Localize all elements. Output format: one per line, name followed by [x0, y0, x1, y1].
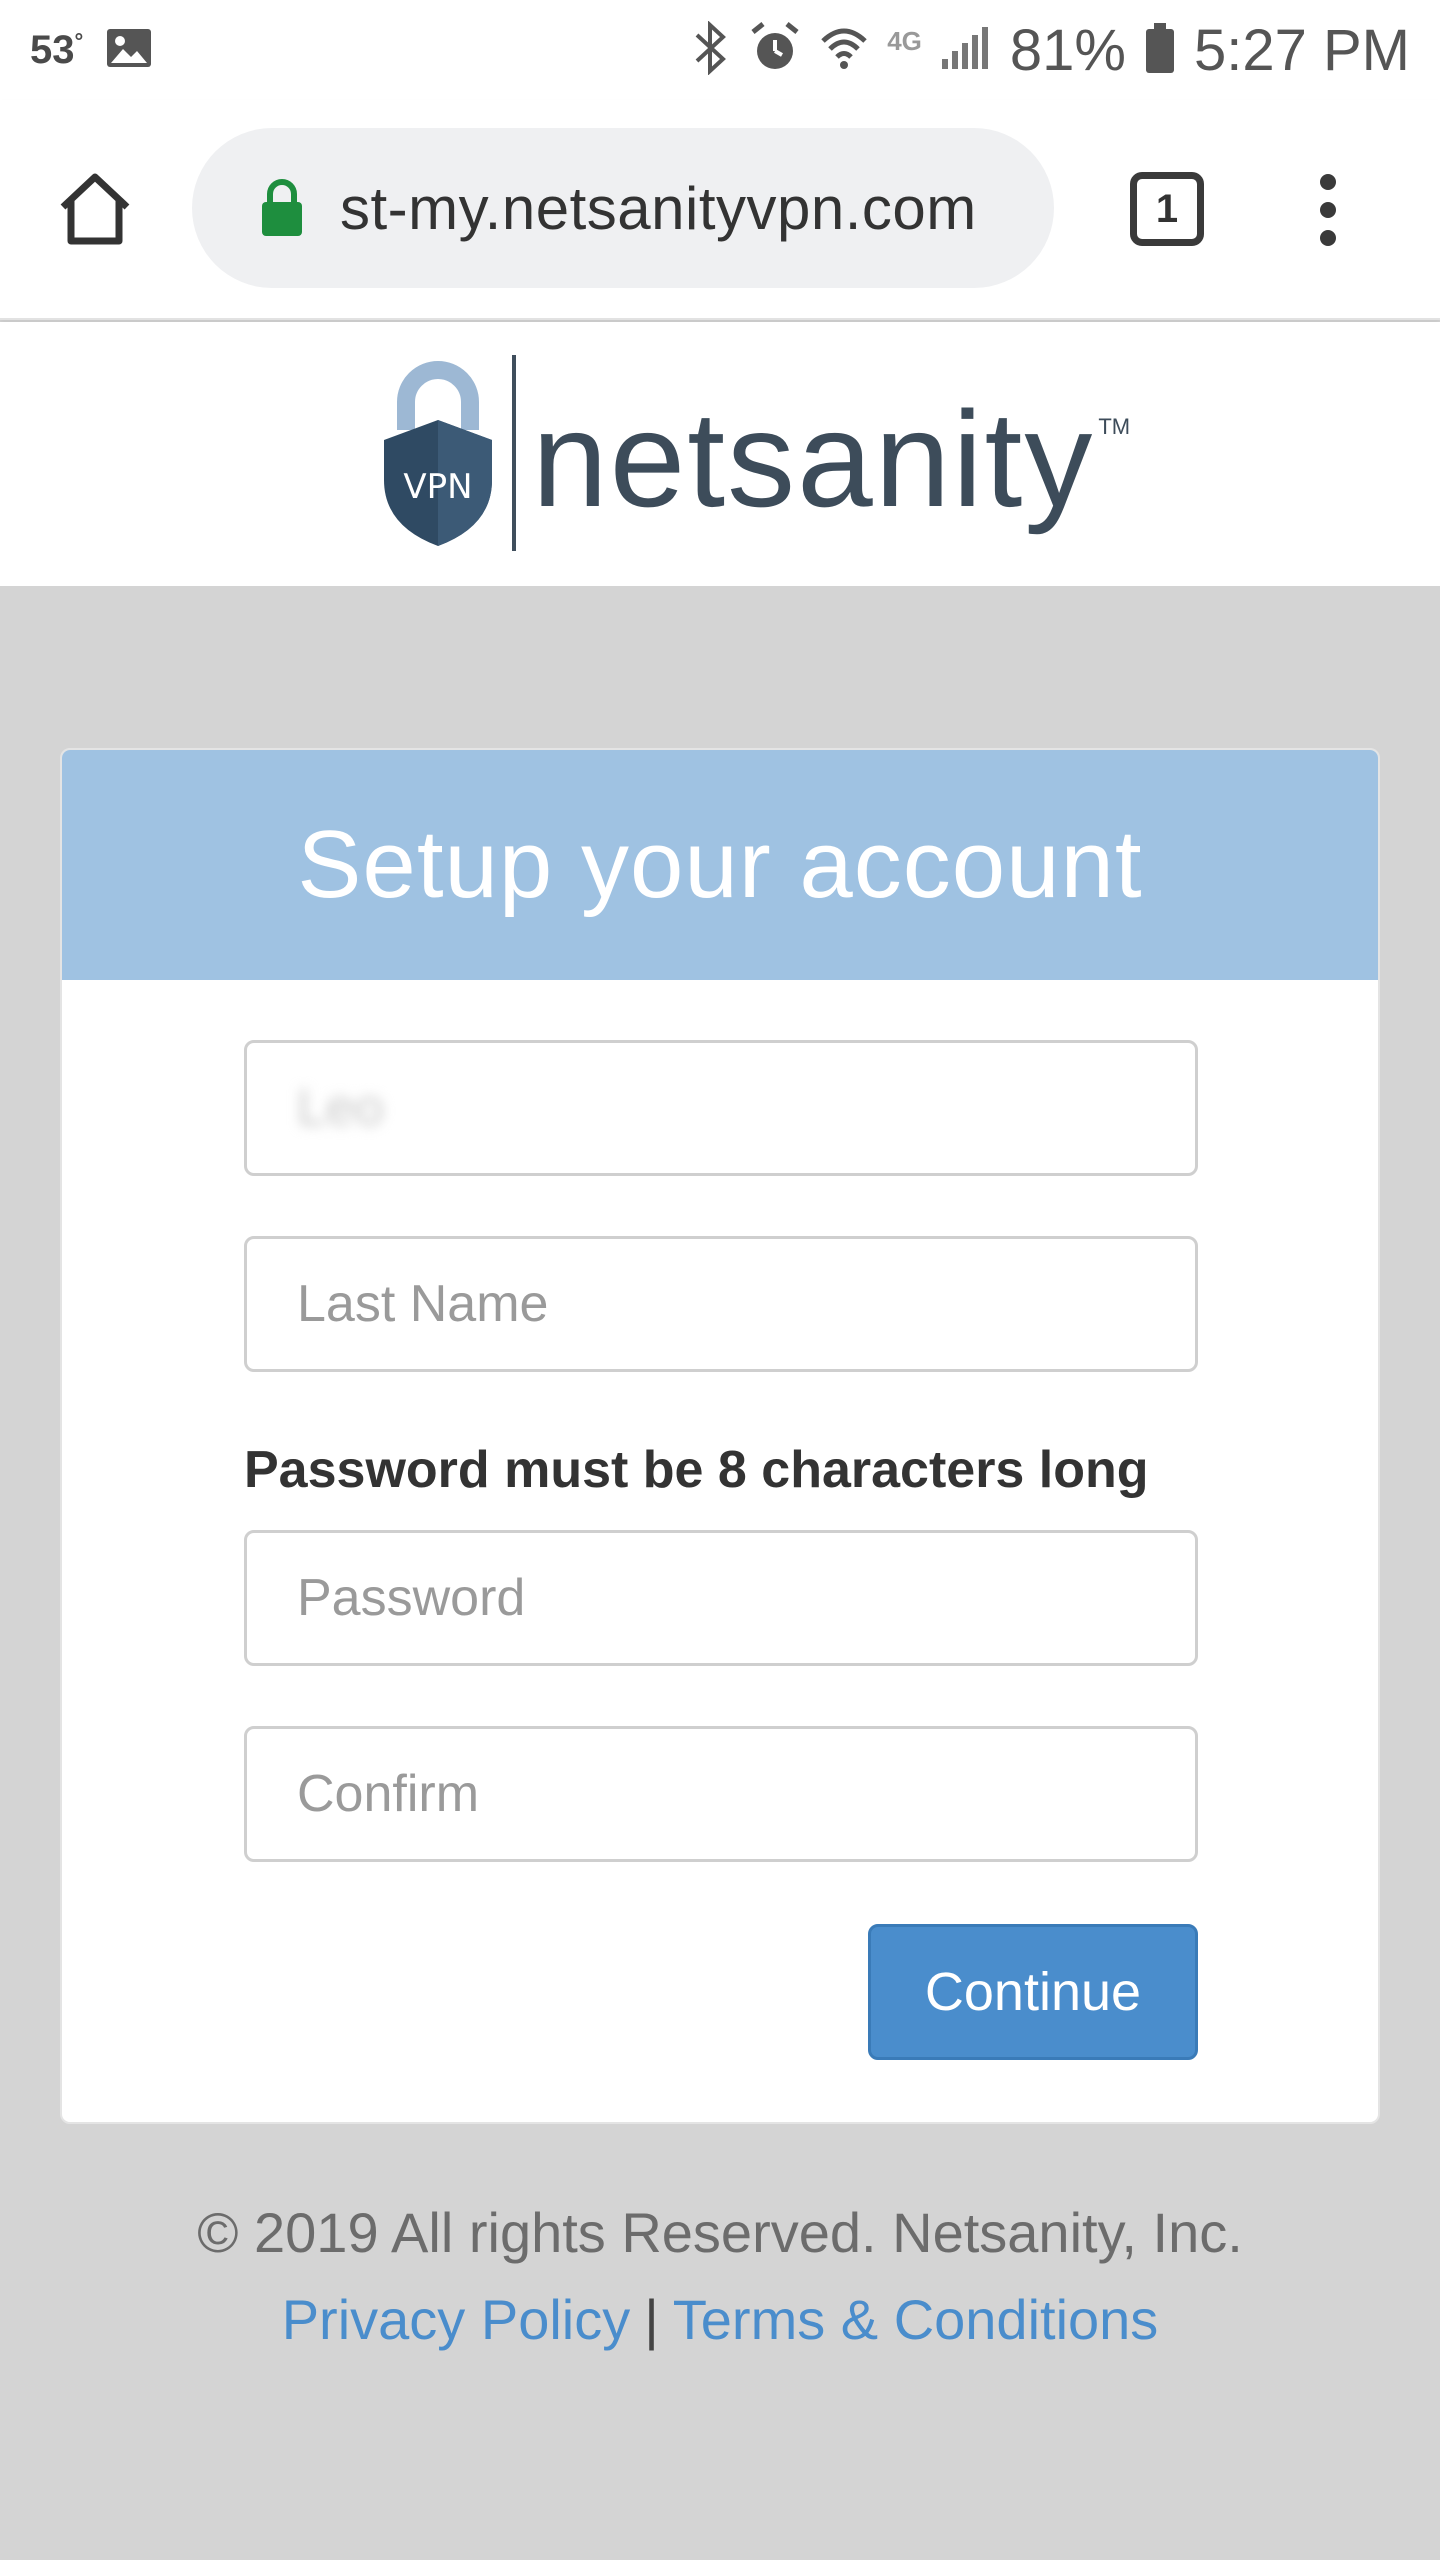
copyright-text: © 2019 All rights Reserved. Netsanity, I… — [197, 2201, 1243, 2264]
brand-name: netsanity — [532, 382, 1095, 535]
first-name-value: Leo — [297, 1079, 384, 1137]
logo-divider — [512, 354, 516, 551]
footer-links: Privacy Policy | Terms & Conditions — [0, 2287, 1440, 2352]
terms-conditions-link[interactable]: Terms & Conditions — [673, 2288, 1159, 2351]
netsanity-logo[interactable]: VPN netsanity TM — [376, 350, 1130, 555]
browser-toolbar: st-my.netsanityvpn.com 1 — [0, 100, 1440, 320]
lock-icon — [254, 176, 310, 240]
home-icon — [60, 173, 130, 245]
trademark-mark: TM — [1098, 413, 1131, 439]
wifi-icon — [819, 23, 869, 78]
overflow-menu-button[interactable] — [1300, 170, 1356, 250]
status-left: 53° — [30, 27, 153, 74]
page-title: Setup your account — [297, 811, 1143, 918]
url-text: st-my.netsanityvpn.com — [340, 174, 977, 242]
logo-badge-text: VPN — [403, 467, 472, 507]
password-requirement-text: Password must be 8 characters long — [244, 1441, 1149, 1499]
menu-dot — [1320, 202, 1336, 218]
menu-dot — [1320, 174, 1336, 190]
vpn-shield-lock-icon: VPN — [376, 350, 500, 555]
image-notification-icon — [105, 27, 153, 74]
clock: 5:27 PM — [1194, 17, 1410, 83]
continue-button[interactable]: Continue — [868, 1924, 1198, 2060]
link-separator: | — [644, 2288, 659, 2351]
network-type: 4G — [887, 25, 922, 56]
temperature: 53° — [30, 28, 83, 73]
address-bar[interactable]: st-my.netsanityvpn.com — [192, 128, 1054, 288]
bluetooth-icon — [691, 19, 731, 80]
password-field[interactable] — [244, 1530, 1198, 1666]
temperature-unit: ° — [74, 28, 84, 54]
temperature-value: 53 — [30, 27, 75, 72]
battery-icon — [1144, 21, 1176, 80]
alarm-icon — [749, 21, 801, 79]
footer: © 2019 All rights Reserved. Netsanity, I… — [0, 2200, 1440, 2352]
setup-account-card: Setup your account Leo Password must be … — [60, 748, 1380, 2124]
battery-percent: 81% — [1009, 17, 1126, 83]
last-name-field[interactable] — [244, 1236, 1198, 1372]
confirm-password-field[interactable] — [244, 1726, 1198, 1862]
home-button[interactable] — [52, 166, 138, 252]
status-right: 4G 81% 5:27 PM — [691, 17, 1410, 84]
tab-switcher-button[interactable]: 1 — [1130, 172, 1204, 246]
menu-dot — [1320, 230, 1336, 246]
privacy-policy-link[interactable]: Privacy Policy — [282, 2288, 631, 2351]
status-bar: 53° 4G 81% 5:27 PM — [0, 0, 1440, 100]
signal-icon — [940, 25, 992, 76]
brand-header: VPN netsanity TM — [0, 322, 1440, 586]
card-header: Setup your account — [62, 750, 1378, 980]
first-name-field[interactable]: Leo — [244, 1040, 1198, 1176]
